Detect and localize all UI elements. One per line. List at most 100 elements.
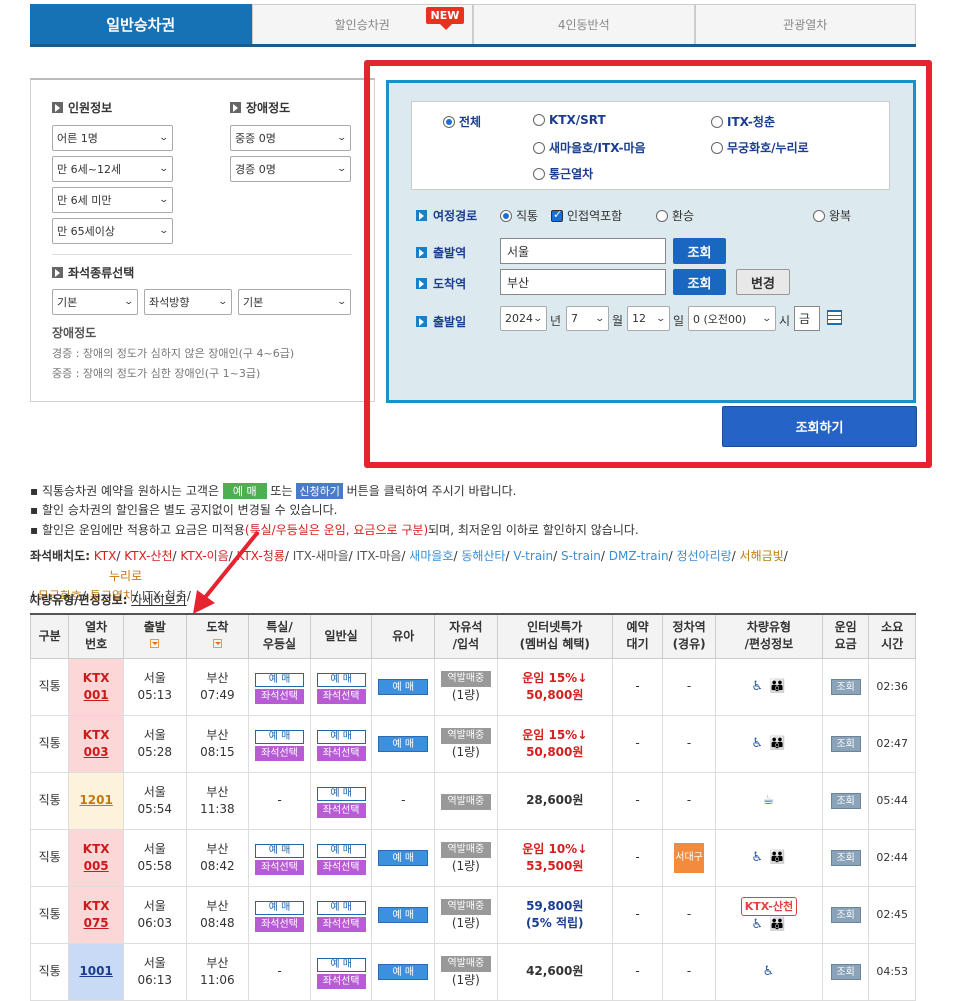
tab-general-ticket[interactable]: 일반승차권 xyxy=(30,4,252,44)
fare-query-button[interactable]: 조회 xyxy=(830,850,861,866)
book-button[interactable]: 예 매 xyxy=(316,900,366,915)
severe-description: 중증 : 장애의 정도가 심한 장애인(구 1~3급) xyxy=(52,367,261,380)
arrival-search-button[interactable]: 조회 xyxy=(673,269,726,295)
book-button[interactable]: 예 매 xyxy=(254,672,304,687)
swap-stations-button[interactable]: 변경 xyxy=(736,269,790,295)
seat-select-button[interactable]: 좌석선택 xyxy=(254,745,304,761)
seat-select-button[interactable]: 좌석선택 xyxy=(316,802,366,818)
radio-direct[interactable]: 직통 xyxy=(500,207,538,224)
seat-select-button[interactable]: 좌석선택 xyxy=(254,859,304,875)
train-number-link[interactable]: 1001 xyxy=(79,964,112,978)
month-select[interactable]: 7 ⌄ xyxy=(566,306,609,331)
train-number-link[interactable]: 1201 xyxy=(79,793,112,807)
seat-layout-link[interactable]: 누리로 xyxy=(109,569,142,583)
child-select[interactable]: 만 6세~12세 ⌄ xyxy=(52,156,173,182)
header-text: 시간 xyxy=(881,637,904,652)
seat-layout-link[interactable]: DMZ-train xyxy=(609,549,669,563)
fare-query-button[interactable]: 조회 xyxy=(830,793,861,809)
dep-time: 05:13 xyxy=(137,687,173,702)
seat-select-button[interactable]: 좌석선택 xyxy=(254,688,304,704)
radio-round-trip[interactable]: 왕복 xyxy=(813,207,851,224)
seat-layout-link[interactable]: ITX-새마을 xyxy=(293,549,349,563)
vehicle-icon[interactable]: ♿ 👪 xyxy=(716,849,822,866)
seat-type-select[interactable]: 기본 ⌄ xyxy=(52,289,138,315)
vehicle-info-link[interactable]: 자세히보기 xyxy=(131,593,186,607)
seat-select-button[interactable]: 좌석선택 xyxy=(316,859,366,875)
hour-select[interactable]: 0 (오전00) ⌄ xyxy=(688,306,776,331)
fare-query-button[interactable]: 조회 xyxy=(830,907,861,923)
adult-select[interactable]: 어른 1명 ⌄ xyxy=(52,125,173,151)
seat-layout-link[interactable]: 서해금빛 xyxy=(740,549,784,563)
vehicle-icon[interactable]: ♿ 👪 xyxy=(716,678,822,695)
vehicle-icon[interactable]: ♿ xyxy=(716,963,822,980)
infant-book-button[interactable]: 예 매 xyxy=(378,964,429,980)
vehicle-icon[interactable]: ♿ 👪 xyxy=(716,916,822,933)
radio-mugunghwa[interactable]: 무궁화호/누리로 xyxy=(711,139,809,156)
vehicle-icon[interactable]: ♿ 👪 xyxy=(716,735,822,752)
stop-station-badge[interactable]: 서대구 xyxy=(674,842,705,873)
infant-book-button[interactable]: 예 매 xyxy=(378,736,429,752)
seat-option-select[interactable]: 기본 ⌄ xyxy=(238,289,351,315)
train-number-link[interactable]: 001 xyxy=(84,688,109,702)
radio-transfer[interactable]: 환승 xyxy=(656,207,694,224)
seat-select-button[interactable]: 좌석선택 xyxy=(316,688,366,704)
seat-select-button[interactable]: 좌석선택 xyxy=(316,745,366,761)
checkbox-adjacent[interactable]: 인접역포함 xyxy=(551,207,622,224)
sort-arrow-icon[interactable] xyxy=(150,639,160,649)
book-button[interactable]: 예 매 xyxy=(316,843,366,858)
seat-layout-link[interactable]: ITX-마음 xyxy=(357,549,402,563)
seat-layout-link[interactable]: 정선아리랑 xyxy=(676,549,731,563)
departure-search-button[interactable]: 조회 xyxy=(673,238,726,264)
seat-layout-link[interactable]: KTX xyxy=(94,549,117,563)
year-select[interactable]: 2024 ⌄ xyxy=(500,306,547,331)
arrival-input[interactable]: 부산 xyxy=(500,269,666,295)
fare-query-button[interactable]: 조회 xyxy=(830,679,861,695)
column-header[interactable]: 출발 xyxy=(122,613,187,659)
radio-commuter[interactable]: 통근열차 xyxy=(533,165,593,182)
severe-disability-select[interactable]: 중증 0명 ⌄ xyxy=(230,125,351,151)
cell-waitlist: - xyxy=(611,657,664,716)
book-button[interactable]: 예 매 xyxy=(316,729,366,744)
radio-itx-cheongchun[interactable]: ITX-청춘 xyxy=(711,113,775,130)
senior-select[interactable]: 만 65세이상 ⌄ xyxy=(52,218,173,244)
seat-layout-link[interactable]: 동해산타 xyxy=(461,549,505,563)
radio-saemaul[interactable]: 새마을호/ITX-마음 xyxy=(533,139,646,156)
seat-layout-link[interactable]: S-train xyxy=(561,549,601,563)
departure-input[interactable]: 서울 xyxy=(500,238,666,264)
seat-select-button[interactable]: 좌석선택 xyxy=(316,973,366,989)
infant-book-button[interactable]: 예 매 xyxy=(378,907,429,923)
infant-book-button[interactable]: 예 매 xyxy=(378,679,429,695)
book-button[interactable]: 예 매 xyxy=(254,729,304,744)
book-button[interactable]: 예 매 xyxy=(316,786,366,801)
tab-four-person-seat[interactable]: 4인동반석 xyxy=(473,4,695,44)
column-header[interactable]: 도착 xyxy=(185,613,250,659)
mild-disability-select[interactable]: 경증 0명 ⌄ xyxy=(230,156,351,182)
book-button[interactable]: 예 매 xyxy=(254,843,304,858)
vehicle-icon[interactable]: ☕ xyxy=(716,792,822,809)
sort-arrow-icon[interactable] xyxy=(212,639,222,649)
fare-query-button[interactable]: 조회 xyxy=(830,964,861,980)
infant-book-button[interactable]: 예 매 xyxy=(378,850,429,866)
infant-select[interactable]: 만 6세 미만 ⌄ xyxy=(52,187,173,213)
radio-all[interactable]: 전체 xyxy=(443,113,481,130)
tab-tour-train[interactable]: 관광열차 xyxy=(694,4,916,44)
train-number-link[interactable]: 003 xyxy=(84,745,109,759)
seat-layout-link[interactable]: V-train xyxy=(513,549,553,563)
tab-discount-ticket[interactable]: 할인승차권 NEW xyxy=(251,4,473,44)
vehicle-badge[interactable]: KTX-산천 xyxy=(740,896,798,916)
day-select[interactable]: 12 ⌄ xyxy=(627,306,670,331)
train-number-link[interactable]: 005 xyxy=(84,859,109,873)
seat-layout-link[interactable]: 새마을호 xyxy=(409,549,453,563)
seat-layout-link[interactable]: KTX-산천 xyxy=(124,549,172,563)
radio-ktx-srt[interactable]: KTX/SRT xyxy=(533,113,606,127)
book-button[interactable]: 예 매 xyxy=(316,957,366,972)
book-button[interactable]: 예 매 xyxy=(254,900,304,915)
fare-query-button[interactable]: 조회 xyxy=(830,736,861,752)
book-button[interactable]: 예 매 xyxy=(316,672,366,687)
seat-select-button[interactable]: 좌석선택 xyxy=(254,916,304,932)
train-number-link[interactable]: 075 xyxy=(84,916,109,930)
seat-direction-select[interactable]: 좌석방향 ⌄ xyxy=(144,289,232,315)
calendar-icon[interactable] xyxy=(827,310,842,325)
seat-select-button[interactable]: 좌석선택 xyxy=(316,916,366,932)
search-submit-button[interactable]: 조회하기 xyxy=(722,406,917,447)
